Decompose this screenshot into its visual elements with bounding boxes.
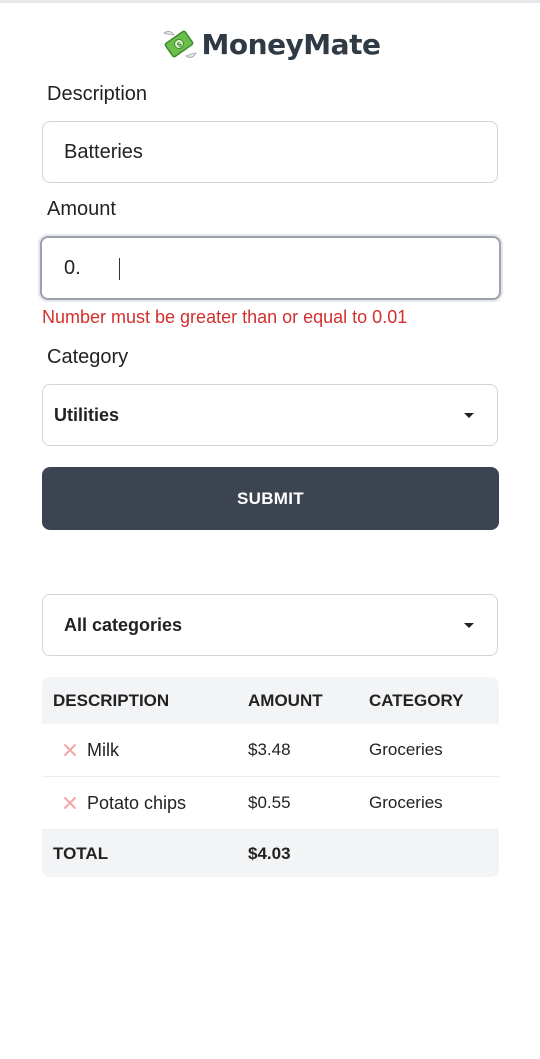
caret-down-icon bbox=[464, 622, 474, 628]
close-icon[interactable] bbox=[63, 796, 77, 810]
amount-label: Amount bbox=[47, 198, 116, 220]
row-category: Groceries bbox=[369, 793, 443, 812]
category-select[interactable]: Utilities bbox=[42, 384, 498, 446]
category-selected-value: Utilities bbox=[54, 404, 120, 425]
row-description: Milk bbox=[87, 739, 119, 760]
row-description-cell: Potato chips bbox=[53, 777, 186, 829]
close-icon[interactable] bbox=[63, 743, 77, 757]
submit-button[interactable]: SUBMIT bbox=[42, 467, 499, 530]
description-label: Description bbox=[47, 83, 148, 105]
text-caret bbox=[119, 258, 120, 280]
total-value: $4.03 bbox=[248, 843, 291, 863]
row-category: Groceries bbox=[369, 740, 443, 759]
category-label: Category bbox=[47, 346, 129, 368]
header-category: CATEGORY bbox=[369, 690, 464, 710]
row-description-cell: Milk bbox=[53, 724, 119, 776]
description-input[interactable] bbox=[43, 122, 497, 182]
app-header: $ MoneyMate bbox=[0, 25, 540, 63]
table-header-row: DESCRIPTION AMOUNT CATEGORY bbox=[42, 677, 499, 724]
header-amount: AMOUNT bbox=[248, 690, 323, 710]
row-description: Potato chips bbox=[87, 792, 187, 813]
table-row: Potato chips $0.55 Groceries bbox=[42, 777, 499, 830]
app-title: MoneyMate bbox=[201, 27, 381, 61]
header-description: DESCRIPTION bbox=[53, 690, 170, 710]
money-with-wings-icon: $ bbox=[162, 30, 197, 58]
amount-field[interactable] bbox=[40, 236, 501, 300]
expenses-table: DESCRIPTION AMOUNT CATEGORY Milk $3.48 G… bbox=[42, 677, 499, 877]
table-total-row: TOTAL $4.03 bbox=[42, 830, 499, 877]
total-label: TOTAL bbox=[53, 843, 109, 863]
filter-selected-value: All categories bbox=[64, 614, 183, 635]
table-row: Milk $3.48 Groceries bbox=[42, 724, 499, 777]
expense-tracker-page: $ MoneyMate Description Amount Number mu… bbox=[0, 0, 540, 1059]
amount-error-message: Number must be greater than or equal to … bbox=[42, 307, 408, 327]
description-field[interactable] bbox=[42, 121, 498, 183]
row-amount: $0.55 bbox=[248, 793, 291, 812]
caret-down-icon bbox=[464, 412, 474, 418]
amount-input[interactable] bbox=[42, 238, 499, 298]
category-filter-select[interactable]: All categories bbox=[42, 594, 498, 656]
row-amount: $3.48 bbox=[248, 740, 291, 759]
